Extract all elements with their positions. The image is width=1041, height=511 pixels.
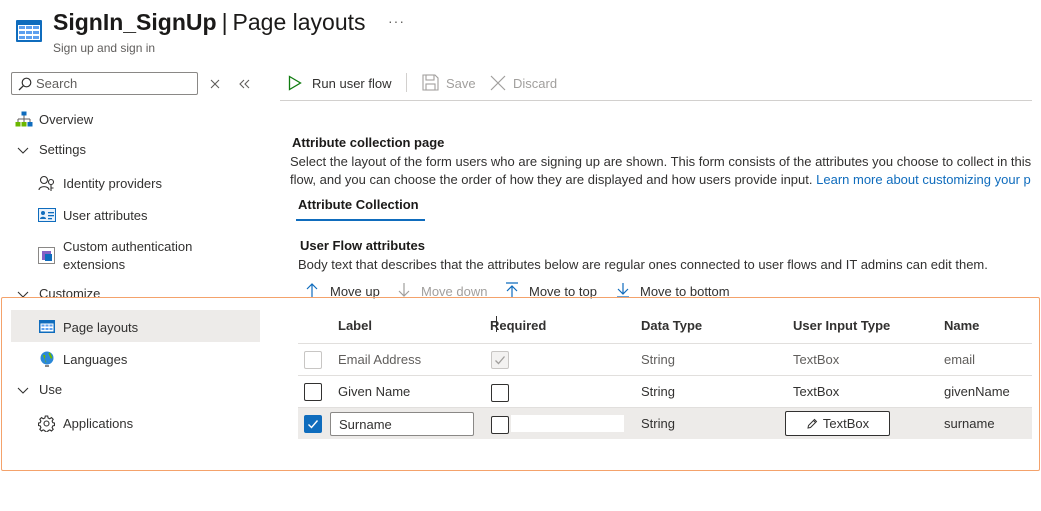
sidebar-item-applications[interactable]: Applications [63, 416, 133, 431]
run-user-flow-label: Run user flow [312, 76, 392, 91]
save-label: Save [446, 76, 476, 91]
required-checkbox[interactable] [491, 384, 509, 402]
sidebar-group-settings[interactable]: Settings [39, 142, 86, 157]
move-to-bottom-label: Move to bottom [640, 284, 730, 299]
close-icon [490, 75, 506, 91]
checkmark-icon [308, 420, 319, 429]
row-name: surname [944, 416, 995, 431]
tab-active-indicator [296, 219, 425, 221]
arrow-to-top-icon [506, 282, 518, 297]
row-select-checkbox[interactable] [304, 351, 322, 369]
column-header-user-input-type[interactable]: User Input Type [793, 318, 890, 333]
description-line-1: Select the layout of the form users who … [290, 154, 1032, 169]
input-type-label: TextBox [822, 416, 870, 431]
arrow-to-bottom-icon [617, 283, 629, 298]
resource-name: SignIn_SignUp [53, 9, 217, 35]
column-header-data-type[interactable]: Data Type [641, 318, 702, 333]
toolbar-divider [406, 73, 407, 92]
description-line-2: flow, and you can choose the order of ho… [290, 172, 1031, 187]
row-data-type: String [641, 416, 675, 431]
page-layouts-app-icon [16, 20, 42, 42]
custom-extensions-icon [38, 247, 55, 267]
use-chevron-down-icon[interactable] [17, 384, 29, 399]
search-icon [18, 77, 32, 91]
row-input-type: TextBox [793, 384, 840, 399]
user-attributes-icon [38, 208, 56, 225]
row-label: Given Name [338, 384, 411, 399]
more-options-button[interactable]: ··· [388, 13, 405, 29]
search-box [11, 72, 198, 95]
sidebar-item-identity-providers[interactable]: Identity providers [63, 176, 162, 191]
row-data-type: String [641, 352, 675, 367]
row-select-checkbox[interactable] [304, 383, 322, 401]
label-edit-input[interactable] [330, 412, 474, 436]
clear-search-icon[interactable] [207, 76, 223, 92]
input-type-edit-button[interactable]: TextBox [785, 411, 890, 436]
sidebar-group-customize[interactable]: Customize [39, 286, 100, 301]
move-up-label: Move up [330, 284, 380, 299]
arrow-up-icon [306, 283, 318, 297]
row-data-type: String [641, 384, 675, 399]
column-header-label[interactable]: Label [338, 318, 372, 333]
sidebar-item-user-attributes[interactable]: User attributes [63, 208, 148, 223]
page-name: Page layouts [232, 9, 366, 35]
sidebar-item-label: Custom authentication [63, 239, 193, 254]
sidebar-item-languages[interactable]: Languages [63, 352, 127, 367]
user-flow-attributes-title: User Flow attributes [300, 238, 425, 253]
move-down-label: Move down [421, 284, 488, 299]
page-subtitle: Sign up and sign in [53, 41, 156, 55]
sidebar-item-label-line2: extensions [63, 257, 126, 272]
sidebar-item-overview[interactable]: Overview [39, 112, 93, 127]
move-to-top-label: Move to top [529, 284, 597, 299]
row-select-checkbox[interactable] [304, 415, 322, 433]
required-checkbox[interactable] [491, 416, 509, 434]
globe-icon [39, 351, 55, 370]
attribute-collection-page-title: Attribute collection page [292, 135, 445, 150]
search-input[interactable] [36, 74, 191, 93]
overview-icon [15, 111, 33, 131]
checkmark-icon [495, 356, 505, 365]
row-name: email [944, 352, 976, 367]
column-header-required[interactable]: Required [490, 318, 546, 333]
blank-field [511, 415, 624, 432]
save-icon [422, 74, 439, 91]
tab-attribute-collection[interactable]: Attribute Collection [298, 197, 419, 212]
customize-chevron-down-icon[interactable] [17, 288, 29, 303]
identity-providers-icon [38, 175, 56, 195]
gear-icon [37, 415, 56, 435]
title-separator: | [221, 9, 228, 35]
sidebar-item-page-layouts[interactable]: Page layouts [63, 320, 138, 335]
arrow-down-icon [398, 283, 410, 297]
row-input-type: TextBox [793, 352, 840, 367]
user-flow-attributes-description: Body text that describes that the attrib… [298, 257, 988, 272]
required-checkbox[interactable] [491, 351, 509, 369]
sidebar-item-custom-authentication-extensions[interactable]: Custom authentication extensions [63, 239, 192, 272]
row-name: givenName [944, 384, 1010, 399]
page-title: SignIn_SignUp | Page layouts [53, 9, 366, 36]
pencil-icon [807, 418, 818, 429]
description-text: flow, and you can choose the order of ho… [290, 172, 813, 187]
learn-more-link[interactable]: Learn more about customizing your p [816, 172, 1031, 187]
sidebar-group-use[interactable]: Use [39, 382, 62, 397]
toolbar-bottom-border [280, 100, 1032, 101]
column-header-name[interactable]: Name [944, 318, 979, 333]
settings-chevron-down-icon[interactable] [17, 144, 29, 159]
collapse-sidebar-icon[interactable] [236, 76, 252, 92]
play-icon [288, 75, 302, 91]
discard-label: Discard [513, 76, 558, 91]
text-cursor [496, 316, 497, 332]
page-layouts-icon [39, 320, 55, 336]
row-label: Email Address [338, 352, 422, 367]
